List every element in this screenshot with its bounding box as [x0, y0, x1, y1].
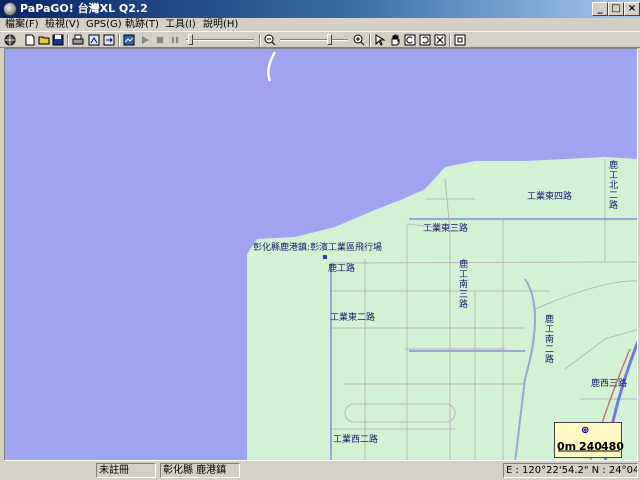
title-bar[interactable]: PaPaGO! 台灣XL Q2.2 _ □ × — [0, 0, 640, 18]
pan-hand-icon[interactable] — [389, 34, 401, 46]
track-playback-thumb[interactable] — [188, 34, 193, 45]
rotate-left-icon[interactable] — [404, 34, 416, 46]
close-button[interactable]: × — [624, 2, 640, 16]
map-view[interactable]: 彰化縣鹿港鎮:彰濱工業區飛行場 工業東四路 工業東三路 鹿工路 工業東二路 工業… — [4, 48, 638, 461]
toolbar-separator — [449, 34, 451, 47]
menu-track[interactable]: 軌跡(T) — [125, 18, 159, 31]
scale-legend: ⊕ 0m 240 480 — [554, 422, 624, 458]
poi-label[interactable]: 彰化縣鹿港鎮:彰濱工業區飛行場 — [253, 243, 382, 253]
zoom-slider-thumb[interactable] — [327, 34, 332, 45]
location-status: 彰化縣 鹿港鎮 — [160, 463, 240, 478]
menu-help[interactable]: 說明(H) — [203, 18, 238, 31]
app-window: PaPaGO! 台灣XL Q2.2 _ □ × 檔案(F) 檢視(V) GPS(… — [0, 0, 640, 480]
track-playback-slider[interactable] — [186, 39, 254, 41]
toolbar-separator — [67, 34, 69, 47]
rotate-right-icon[interactable] — [419, 34, 431, 46]
road-label-lugong-north-2: 鹿工北二路 — [609, 161, 619, 211]
road-label-lugong: 鹿工路 — [328, 264, 356, 274]
road-label-industrial-east-4: 工業東四路 — [527, 192, 573, 202]
toolbar-separator — [259, 34, 261, 47]
zoom-in-icon[interactable] — [353, 34, 365, 46]
poi-marker — [323, 255, 327, 259]
pause-icon[interactable] — [169, 34, 181, 46]
menu-file[interactable]: 檔案(F) — [5, 18, 39, 31]
compass-icon: ⊕ — [581, 425, 590, 436]
status-bar: 未註冊 彰化縣 鹿港鎮 E : 120°22'54.2" N : 24°04'2… — [0, 462, 640, 480]
road-label-lugong-south-3: 鹿工南三路 — [459, 260, 469, 310]
fit-view-icon[interactable] — [434, 34, 446, 46]
map-view-icon[interactable] — [123, 34, 135, 46]
road-label-industrial-east-2: 工業東二路 — [330, 313, 376, 323]
save-icon[interactable] — [52, 34, 64, 46]
stop-icon[interactable] — [154, 34, 166, 46]
window-title: PaPaGO! 台灣XL Q2.2 — [20, 2, 148, 15]
menu-tools[interactable]: 工具(I) — [165, 18, 196, 31]
menu-view[interactable]: 檢視(V) — [45, 18, 80, 31]
fullscreen-icon[interactable] — [454, 34, 466, 46]
registration-status: 未註冊 — [96, 463, 156, 478]
zoom-slider[interactable] — [280, 39, 348, 41]
map-canvas[interactable] — [5, 49, 638, 461]
road-label-industrial-west-2: 工業西二路 — [333, 435, 379, 445]
open-folder-icon[interactable] — [38, 34, 50, 46]
zoom-out-icon[interactable] — [264, 34, 276, 46]
play-icon[interactable] — [139, 34, 151, 46]
road-label-luxi-3: 鹿西三路 — [591, 379, 628, 389]
toolbar — [0, 31, 640, 48]
menu-gps[interactable]: GPS(G) — [86, 18, 122, 31]
road-label-industrial-east-3: 工業東三路 — [423, 224, 469, 234]
menu-bar: 檔案(F) 檢視(V) GPS(G) 軌跡(T) 工具(I) 說明(H) — [0, 18, 640, 31]
route-icon[interactable] — [88, 34, 100, 46]
minimize-button[interactable]: _ — [592, 2, 608, 16]
maximize-button[interactable]: □ — [608, 2, 624, 16]
export-icon[interactable] — [103, 34, 115, 46]
toolbar-separator — [118, 34, 120, 47]
coordinate-readout: E : 120°22'54.2" N : 24°04'22.2" — [503, 463, 638, 478]
toolbar-separator — [369, 34, 371, 47]
road-label-lugong-south-2: 鹿工南二路 — [545, 315, 555, 365]
print-icon[interactable] — [72, 34, 84, 46]
globe-icon[interactable] — [4, 34, 16, 46]
select-arrow-icon[interactable] — [374, 34, 386, 46]
new-file-icon[interactable] — [24, 34, 36, 46]
app-icon[interactable] — [3, 2, 17, 16]
scale-bar — [558, 446, 620, 452]
